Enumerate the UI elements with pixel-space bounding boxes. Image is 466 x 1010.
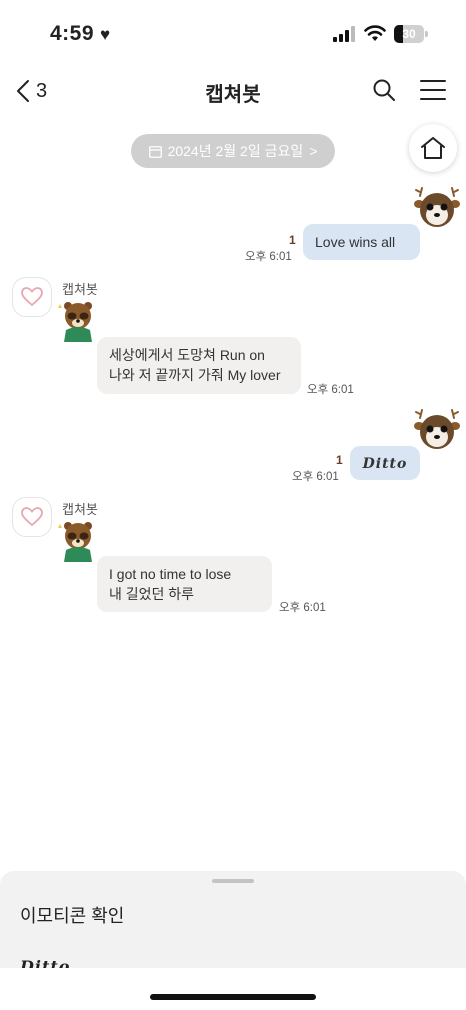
- battery-text: 30: [402, 27, 416, 41]
- message-bubble[interactable]: Love wins all: [303, 224, 420, 260]
- menu-icon[interactable]: [420, 79, 446, 101]
- nav-bar: 3 캡쳐봇: [0, 68, 466, 114]
- signal-icon: [333, 26, 355, 42]
- tanuki-sticker-icon[interactable]: [56, 298, 100, 342]
- message-time: 오후 6:01: [279, 602, 326, 614]
- battery-body: 30: [394, 25, 424, 43]
- home-icon: [421, 137, 445, 159]
- back-count: 3: [36, 79, 48, 102]
- message-text: Love wins all: [315, 234, 396, 250]
- sheet-title: 이모티콘 확인: [20, 906, 125, 926]
- home-indicator[interactable]: [150, 994, 316, 1000]
- home-strip: [0, 968, 466, 1010]
- search-icon[interactable]: [372, 78, 396, 102]
- date-divider-button[interactable]: 2024년 2월 2일 금요일 >: [131, 134, 335, 168]
- wifi-icon: [364, 25, 386, 41]
- tanuki-sticker-icon[interactable]: [56, 518, 100, 562]
- message-time: 오후 6:01: [245, 251, 292, 263]
- sender-name: 캡쳐봇: [62, 282, 98, 297]
- deer-sticker-icon[interactable]: [414, 406, 460, 452]
- avatar[interactable]: [12, 277, 52, 317]
- emoticon-bubble[interactable]: Ditto: [350, 446, 420, 480]
- sheet-handle[interactable]: [212, 879, 254, 883]
- profile-heart-icon: [21, 507, 43, 527]
- message-time: 오후 6:01: [292, 471, 339, 483]
- avatar[interactable]: [12, 497, 52, 537]
- unread-count: 1: [289, 233, 296, 247]
- profile-heart-icon: [21, 287, 43, 307]
- back-button[interactable]: 3: [16, 76, 47, 106]
- battery-cap: [425, 31, 428, 37]
- message-bubble[interactable]: I got no time to lose 내 길었던 하루: [97, 556, 272, 612]
- home-button[interactable]: [409, 124, 457, 172]
- message-text-line: I got no time to lose: [109, 566, 232, 582]
- sender-name: 캡쳐봇: [62, 502, 98, 517]
- message-time: 오후 6:01: [307, 384, 354, 396]
- heart-icon: ♥: [100, 24, 111, 44]
- message-text-line: 내 길었던 하루: [109, 586, 195, 602]
- battery-indicator: 30: [394, 25, 428, 43]
- message-bubble[interactable]: 세상에게서 도망쳐 Run on 나와 저 끝까지 가줘 My lover: [97, 337, 301, 394]
- back-chevron-icon: [17, 80, 29, 102]
- unread-count: 1: [336, 453, 343, 467]
- date-chevron: >: [309, 143, 318, 159]
- chat-title: 캡쳐봇: [205, 84, 261, 106]
- status-bar: 4:59 ♥ 30: [0, 0, 466, 68]
- message-text-line: 나와 저 끝까지 가줘 My lover: [109, 367, 281, 383]
- status-time-text: 4:59: [50, 22, 95, 45]
- emoticon-text: Ditto: [362, 456, 408, 472]
- date-label: 2024년 2월 2일 금요일: [167, 143, 304, 159]
- message-text-line: 세상에게서 도망쳐 Run on: [109, 347, 265, 363]
- calendar-icon: [148, 145, 162, 158]
- deer-sticker-icon[interactable]: [414, 184, 460, 230]
- status-time: 4:59 ♥: [50, 22, 111, 46]
